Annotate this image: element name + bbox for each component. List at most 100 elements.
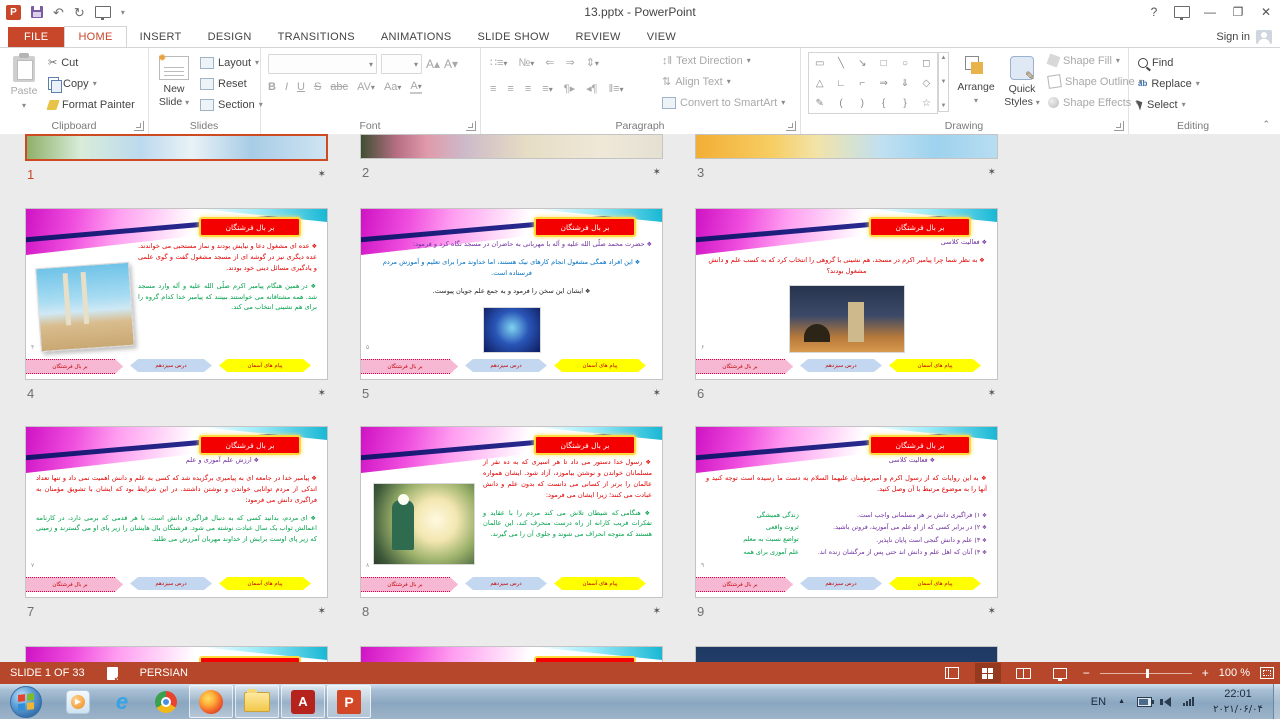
arrange-button[interactable]: Arrange▾ — [952, 50, 1000, 118]
collapse-ribbon-button[interactable]: ⌃ — [1262, 119, 1270, 130]
nav-button-book-title[interactable]: پیام های آسمان — [219, 359, 311, 372]
zoom-in-button[interactable]: + — [1202, 667, 1209, 679]
shape-rounded-rect-icon[interactable]: ◻ — [922, 58, 930, 69]
slide-thumbnail-3[interactable] — [695, 134, 998, 159]
character-spacing-button[interactable]: AV▾ — [357, 81, 375, 93]
shapes-gallery-scroll[interactable]: ▲▼▼ — [938, 52, 949, 112]
zoom-out-button[interactable]: − — [1083, 667, 1090, 679]
restore-button[interactable]: ❐ — [1224, 1, 1252, 23]
show-desktop-button[interactable] — [1273, 684, 1280, 719]
start-button[interactable] — [10, 686, 42, 718]
paragraph-dialog-launcher[interactable] — [786, 121, 796, 131]
shape-curve-icon[interactable]: ) — [861, 98, 864, 109]
shape-rectangle-icon[interactable]: □ — [881, 58, 887, 69]
zoom-level[interactable]: 100 % — [1219, 667, 1250, 679]
tray-expand-icon[interactable]: ▲ — [1118, 698, 1125, 705]
select-button[interactable]: Select▾ — [1138, 94, 1200, 115]
tab-slideshow[interactable]: SLIDE SHOW — [464, 27, 562, 47]
nav-button-book-title[interactable]: پیام های آسمان — [889, 577, 981, 590]
nav-button-book-title[interactable]: پیام های آسمان — [554, 577, 646, 590]
slide-thumbnail-10[interactable] — [25, 646, 328, 662]
nav-button-lesson-13[interactable]: درس سیزدهم — [130, 577, 212, 590]
speaker-icon[interactable] — [1164, 697, 1171, 707]
ribbon-display-options-button[interactable] — [1168, 1, 1196, 23]
taskbar-powerpoint-button[interactable]: P — [327, 685, 371, 718]
shape-line-icon[interactable]: ╲ — [838, 58, 844, 69]
slide-thumbnail-2[interactable] — [360, 134, 663, 159]
italic-button[interactable]: I — [285, 81, 288, 93]
rtl-direction-button[interactable]: ◂¶ — [586, 82, 597, 95]
taskbar-clock[interactable]: 22:01 ۲۰۲۱/۰۶/۰۴ — [1206, 687, 1270, 716]
minimize-button[interactable]: — — [1196, 1, 1224, 23]
zoom-slider[interactable] — [1100, 673, 1192, 674]
replace-button[interactable]: ab Replace▾ — [1138, 73, 1200, 94]
shape-down-arrow-icon[interactable]: ⇓ — [901, 78, 909, 89]
tab-insert[interactable]: INSERT — [127, 27, 195, 47]
font-name-combobox[interactable]: ▾ — [268, 54, 377, 74]
taskbar-acrobat-button[interactable]: A — [281, 685, 325, 718]
shape-arc-icon[interactable]: ( — [839, 98, 842, 109]
shape-right-brace-icon[interactable]: } — [903, 98, 906, 109]
tab-file[interactable]: FILE — [8, 27, 64, 47]
cut-button[interactable]: ✂ Cut — [48, 52, 135, 73]
columns-button[interactable]: ‖≡▾ — [609, 83, 624, 95]
slide-thumbnail-11[interactable] — [360, 646, 663, 662]
text-direction-button[interactable]: ↕‖ Text Direction▾ — [662, 50, 785, 71]
zoom-slider-thumb[interactable] — [1146, 669, 1149, 678]
taskbar-internet-explorer-button[interactable]: e — [107, 687, 137, 717]
change-case-button[interactable]: Aa▾ — [384, 81, 401, 93]
align-right-button[interactable]: ≡ — [525, 83, 531, 95]
slide-thumbnail-7[interactable]: بر بال فرشتگان ارزش علم آموزی و علم پیام… — [25, 426, 328, 598]
reading-view-button[interactable] — [1011, 663, 1037, 683]
shape-textbox-icon[interactable]: ▭ — [815, 58, 824, 69]
tab-home[interactable]: HOME — [64, 26, 126, 47]
slide-sorter-view-button[interactable] — [975, 663, 1001, 683]
shape-triangle-icon[interactable]: △ — [816, 78, 824, 89]
taskbar-file-explorer-button[interactable] — [235, 685, 279, 718]
paste-button[interactable]: Paste▾ — [6, 50, 42, 118]
spellcheck-icon[interactable] — [107, 667, 118, 680]
shape-diamond-icon[interactable]: ◇ — [922, 78, 930, 89]
slide-thumbnail-12[interactable] — [695, 646, 998, 662]
nav-button-lesson-title[interactable]: بر بال فرشتگان — [360, 359, 458, 374]
section-button[interactable]: Section▾ — [200, 94, 263, 115]
tab-design[interactable]: DESIGN — [195, 27, 265, 47]
language-indicator[interactable]: PERSIAN — [140, 667, 188, 679]
shape-star-icon[interactable]: ☆ — [922, 98, 931, 109]
slideshow-view-button[interactable] — [1047, 663, 1073, 683]
nav-button-book-title[interactable]: پیام های آسمان — [554, 359, 646, 372]
shape-left-brace-icon[interactable]: { — [882, 98, 885, 109]
nav-button-lesson-title[interactable]: بر بال فرشتگان — [25, 577, 123, 592]
nav-button-lesson-13[interactable]: درس سیزدهم — [800, 577, 882, 590]
copy-button[interactable]: Copy▾ — [48, 73, 135, 94]
nav-button-lesson-13[interactable]: درس سیزدهم — [465, 577, 547, 590]
font-color-button[interactable]: A▾ — [410, 80, 421, 94]
help-button[interactable]: ? — [1140, 1, 1168, 23]
sign-in-button[interactable]: Sign in — [1216, 30, 1272, 44]
taskbar-firefox-button[interactable] — [189, 685, 233, 718]
nav-button-book-title[interactable]: پیام های آسمان — [219, 577, 311, 590]
quick-styles-button[interactable]: Quick Styles ▾ — [1000, 50, 1044, 118]
nav-button-lesson-13[interactable]: درس سیزدهم — [465, 359, 547, 372]
slide-thumbnail-1[interactable] — [25, 134, 328, 161]
tab-review[interactable]: REVIEW — [563, 27, 634, 47]
tab-animations[interactable]: ANIMATIONS — [368, 27, 465, 47]
shape-oval-icon[interactable]: ○ — [902, 58, 908, 69]
shape-arrow-line-icon[interactable]: ↘ — [858, 58, 866, 69]
nav-button-lesson-13[interactable]: درس سیزدهم — [130, 359, 212, 372]
slide-thumbnail-4[interactable]: بر بال فرشتگان عده ای مشغول دعا و نیایش … — [25, 208, 328, 380]
find-button[interactable]: Find — [1138, 52, 1200, 73]
align-center-button[interactable]: ≡ — [507, 83, 513, 95]
line-spacing-button[interactable]: ⇕▾ — [586, 56, 599, 69]
close-button[interactable]: ✕ — [1252, 1, 1280, 23]
shape-scribble-icon[interactable]: ✎ — [815, 98, 823, 109]
increase-indent-button[interactable]: ⇒ — [565, 56, 574, 69]
align-left-button[interactable]: ≡ — [490, 83, 496, 95]
strikethrough-button[interactable]: abc — [330, 81, 348, 93]
numbering-button[interactable]: №▾ — [518, 57, 534, 69]
network-signal-icon[interactable] — [1183, 697, 1194, 706]
align-text-button[interactable]: ⇅ Align Text▾ — [662, 71, 785, 92]
taskbar-chrome-button[interactable] — [151, 687, 181, 717]
format-painter-button[interactable]: Format Painter — [48, 94, 135, 115]
clipboard-dialog-launcher[interactable] — [134, 121, 144, 131]
